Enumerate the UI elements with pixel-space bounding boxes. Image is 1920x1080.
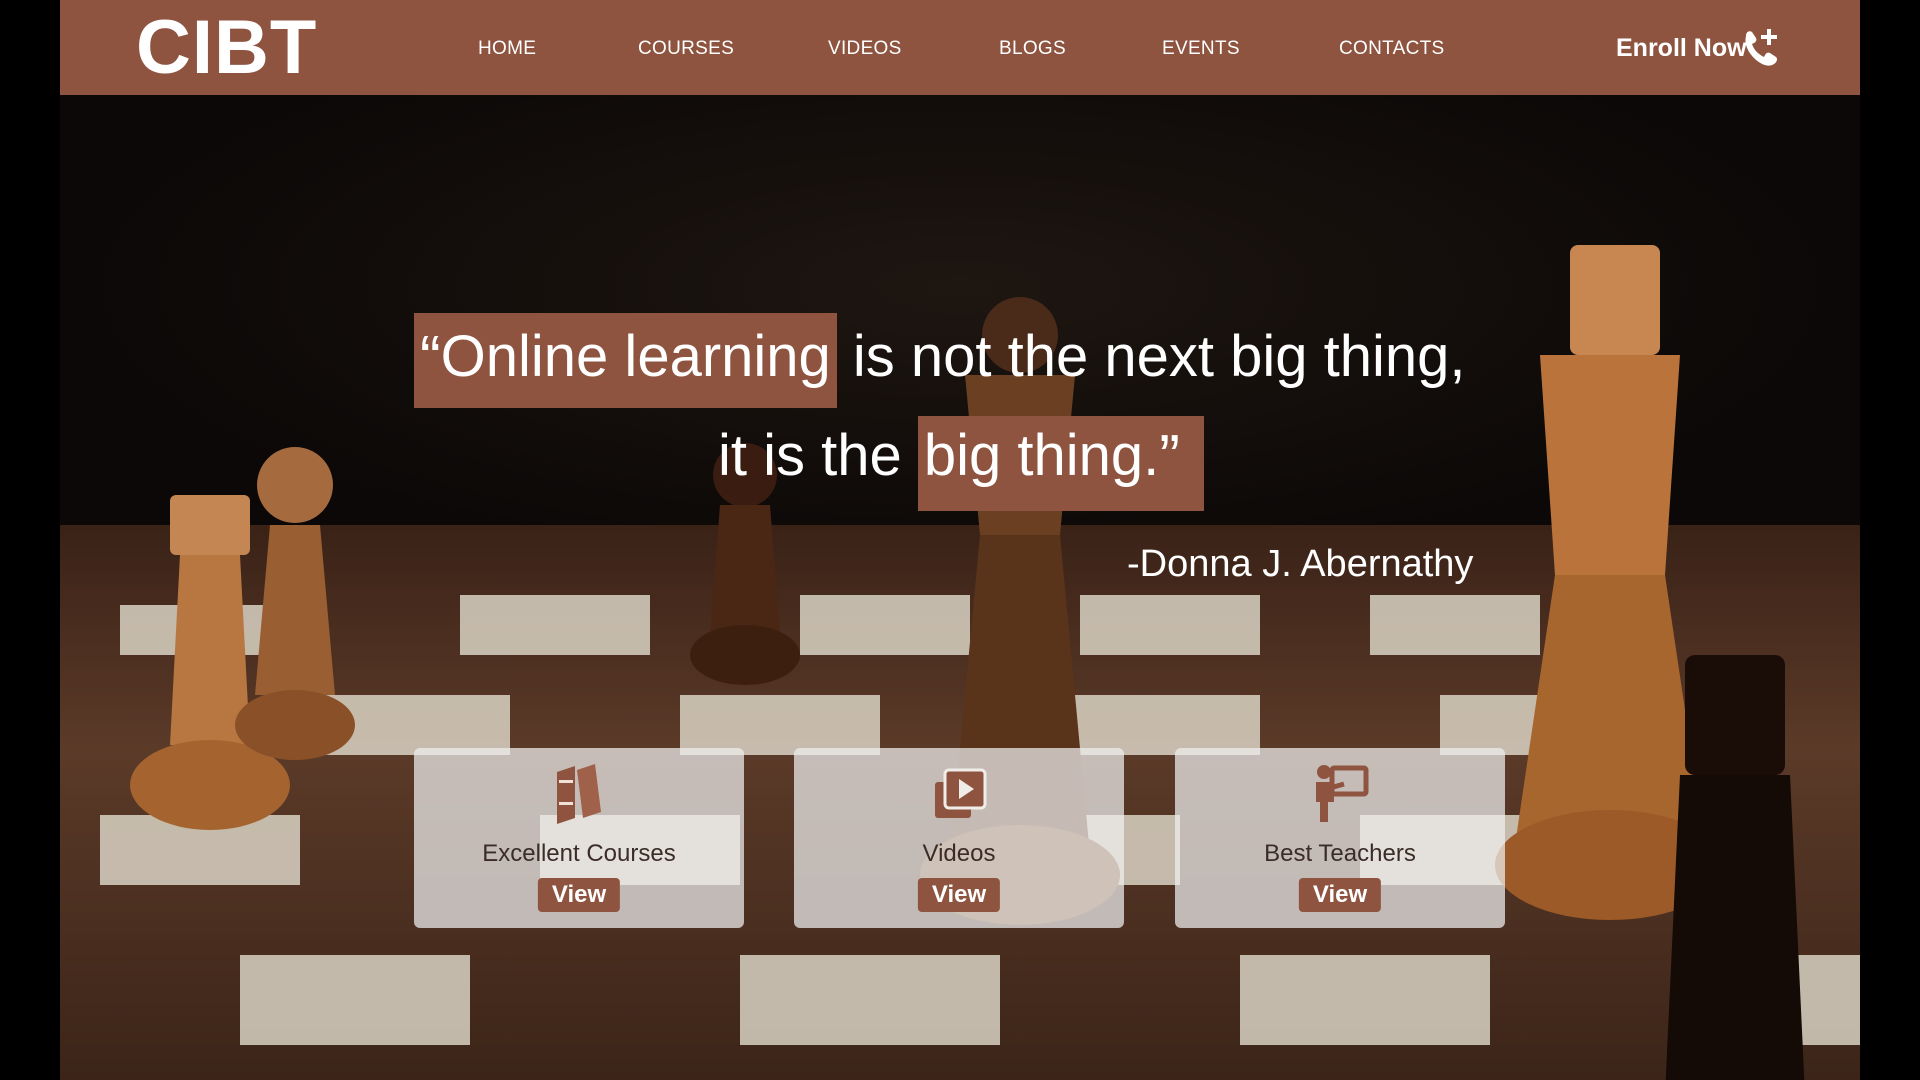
view-teachers-button[interactable]: View (1298, 878, 1382, 912)
close-quote-mark: ” (1159, 423, 1180, 492)
quote-text-highlight-1: Online learning (440, 324, 831, 389)
nav-videos[interactable]: VIDEOS (828, 38, 902, 60)
card-title: Best Teachers (1264, 840, 1416, 867)
view-courses-button[interactable]: View (537, 878, 621, 912)
card-excellent-courses: Excellent Courses View (414, 748, 744, 928)
enroll-now-button[interactable]: Enroll Now (1616, 34, 1747, 63)
card-videos: Videos View (794, 748, 1124, 928)
page: CIBT HOME COURSES VIDEOS BLOGS EVENTS CO… (60, 0, 1860, 1080)
quote-line-1: “Online learning is not the next big thi… (414, 313, 1466, 408)
pawn-piece (235, 447, 355, 760)
quote-text-rest-1: is not the next big thing, (836, 324, 1466, 389)
card-title: Excellent Courses (482, 840, 676, 867)
nav-blogs[interactable]: BLOGS (999, 38, 1066, 60)
quote-highlight-2: big thing.” (917, 416, 1204, 511)
nav-contacts[interactable]: CONTACTS (1339, 38, 1445, 60)
card-best-teachers: Best Teachers View (1175, 748, 1505, 928)
top-navigation-bar: CIBT HOME COURSES VIDEOS BLOGS EVENTS CO… (60, 0, 1860, 95)
video-play-icon (935, 768, 987, 818)
nav-events[interactable]: EVENTS (1162, 38, 1240, 60)
hero-background (60, 95, 1860, 1080)
view-videos-button[interactable]: View (917, 878, 1001, 912)
nav-courses[interactable]: COURSES (638, 38, 734, 60)
phone-plus-icon[interactable] (1740, 26, 1780, 70)
open-quote-mark: “ (420, 324, 441, 393)
card-title: Videos (922, 840, 996, 867)
quote-highlight-1: “Online learning (414, 313, 837, 408)
quote-text-lead-2: it is the (718, 423, 918, 488)
quote-author: -Donna J. Abernathy (1127, 543, 1474, 585)
teacher-icon (1316, 765, 1369, 822)
books-icon (557, 764, 601, 824)
quote-text-highlight-2: big thing. (923, 423, 1160, 488)
nav-home[interactable]: HOME (478, 38, 536, 60)
quote-line-2: it is the big thing.” (718, 416, 1204, 511)
site-logo[interactable]: CIBT (136, 4, 317, 91)
dark-piece-right (1665, 655, 1805, 1080)
